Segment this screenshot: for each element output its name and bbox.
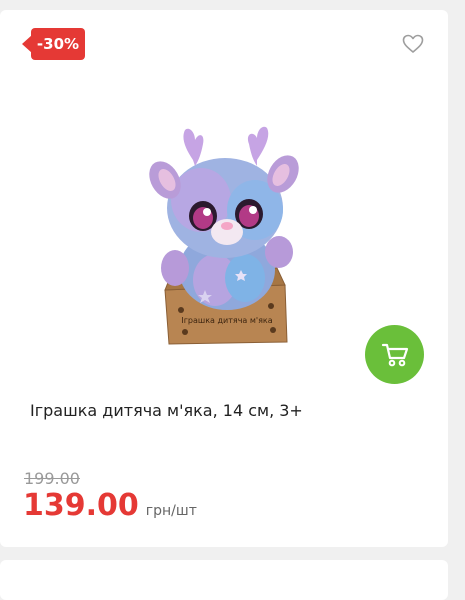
plush-deer-image: Іграшка дитяча м'яка bbox=[149, 126, 299, 345]
favorite-button[interactable] bbox=[402, 34, 424, 54]
heart-outline-icon bbox=[402, 34, 424, 53]
product-card[interactable]: -30% Іграшка дитяча м'яка Іграшка дитяча… bbox=[0, 10, 448, 547]
old-price: 199.00 bbox=[24, 469, 80, 488]
product-image[interactable]: Іграшка дитяча м'яка bbox=[145, 120, 305, 350]
product-title[interactable]: Іграшка дитяча м'яка, 14 см, 3+ bbox=[30, 401, 430, 420]
current-price: 139.00 bbox=[23, 488, 139, 523]
shopping-cart-icon bbox=[381, 343, 408, 366]
next-product-card[interactable] bbox=[0, 560, 448, 600]
add-to-cart-button[interactable] bbox=[365, 325, 424, 384]
price-row: 139.00 грн/шт bbox=[23, 488, 197, 523]
discount-badge: -30% bbox=[31, 28, 85, 60]
price-unit: грн/шт bbox=[145, 503, 197, 519]
box-label-text: Іграшка дитяча м'яка bbox=[181, 316, 272, 325]
